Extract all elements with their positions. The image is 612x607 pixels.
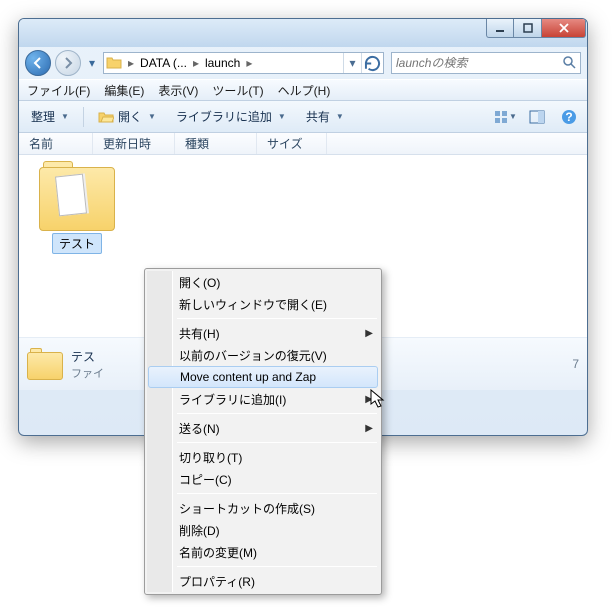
nav-row: ▾ ▸ DATA (... ▸ launch ▸ ▾ (19, 47, 587, 79)
col-date[interactable]: 更新日時 (93, 133, 175, 154)
forward-button[interactable] (55, 50, 81, 76)
ctx-sendto[interactable]: 送る(N)▶ (147, 417, 379, 439)
svg-text:?: ? (565, 110, 572, 124)
details-subtitle: ファイ (71, 365, 104, 381)
breadcrumb-seg-2[interactable]: launch (201, 56, 244, 70)
open-folder-icon (98, 109, 114, 125)
minimize-button[interactable] (486, 19, 514, 38)
ctx-delete[interactable]: 削除(D) (147, 519, 379, 541)
ctx-addlib[interactable]: ライブラリに追加(I)▶ (147, 388, 379, 410)
chevron-right-icon: ▶ (365, 328, 373, 339)
back-button[interactable] (25, 50, 51, 76)
close-button[interactable] (542, 19, 586, 38)
details-date-trail: 7 (572, 357, 579, 371)
maximize-button[interactable] (514, 19, 542, 38)
menu-bar: ファイル(F) 編集(E) 表示(V) ツール(T) ヘルプ(H) (19, 79, 587, 101)
menu-tools[interactable]: ツール(T) (212, 82, 263, 99)
column-header: 名前 更新日時 種類 サイズ (19, 133, 587, 155)
menu-view[interactable]: 表示(V) (158, 82, 198, 99)
folder-icon (106, 54, 124, 72)
context-menu: 開く(O) 新しいウィンドウで開く(E) 共有(H)▶ 以前のバージョンの復元(… (144, 268, 382, 595)
folder-item[interactable]: テスト (29, 161, 125, 254)
ctx-shortcut[interactable]: ショートカットの作成(S) (147, 497, 379, 519)
address-bar[interactable]: ▸ DATA (... ▸ launch ▸ ▾ (103, 52, 384, 74)
col-name[interactable]: 名前 (19, 133, 93, 154)
folder-label: テスト (52, 233, 102, 254)
ctx-properties[interactable]: プロパティ(R) (147, 570, 379, 592)
breadcrumb-seg-1[interactable]: DATA (... (136, 56, 191, 70)
search-input[interactable] (396, 56, 562, 70)
preview-pane-button[interactable] (525, 105, 549, 129)
menu-file[interactable]: ファイル(F) (27, 82, 90, 99)
menu-edit[interactable]: 編集(E) (104, 82, 144, 99)
menu-help[interactable]: ヘルプ(H) (278, 82, 331, 99)
organize-button[interactable]: 整理▼ (25, 106, 75, 127)
open-button[interactable]: 開く▼ (92, 106, 162, 127)
ctx-rename[interactable]: 名前の変更(M) (147, 541, 379, 563)
nav-history-dropdown[interactable]: ▾ (85, 53, 99, 73)
ctx-open[interactable]: 開く(O) (147, 271, 379, 293)
search-box[interactable] (391, 52, 581, 74)
folder-icon (27, 348, 63, 380)
addlib-button[interactable]: ライブラリに追加▼ (170, 106, 292, 127)
cursor-icon (370, 389, 386, 409)
toolbar: 整理▼ 開く▼ ライブラリに追加▼ 共有▼ ▼ ? (19, 101, 587, 133)
ctx-cut[interactable]: 切り取り(T) (147, 446, 379, 468)
ctx-new-window[interactable]: 新しいウィンドウで開く(E) (147, 293, 379, 315)
ctx-share[interactable]: 共有(H)▶ (147, 322, 379, 344)
col-size[interactable]: サイズ (257, 133, 327, 154)
chevron-right-icon: ▸ (244, 56, 254, 70)
titlebar (19, 19, 587, 47)
ctx-move-zap[interactable]: Move content up and Zap (148, 366, 378, 388)
breadcrumb-dropdown[interactable]: ▾ (343, 53, 361, 73)
col-type[interactable]: 種類 (175, 133, 257, 154)
chevron-right-icon: ▶ (365, 423, 373, 434)
details-title: テス (71, 348, 104, 365)
chevron-right-icon: ▸ (126, 56, 136, 70)
help-button[interactable]: ? (557, 105, 581, 129)
search-icon (562, 55, 576, 72)
chevron-right-icon: ▸ (191, 56, 201, 70)
view-options-button[interactable]: ▼ (493, 105, 517, 129)
ctx-copy[interactable]: コピー(C) (147, 468, 379, 490)
ctx-restore-prev[interactable]: 以前のバージョンの復元(V) (147, 344, 379, 366)
folder-icon (37, 161, 117, 233)
share-button[interactable]: 共有▼ (300, 106, 350, 127)
refresh-button[interactable] (361, 53, 383, 73)
